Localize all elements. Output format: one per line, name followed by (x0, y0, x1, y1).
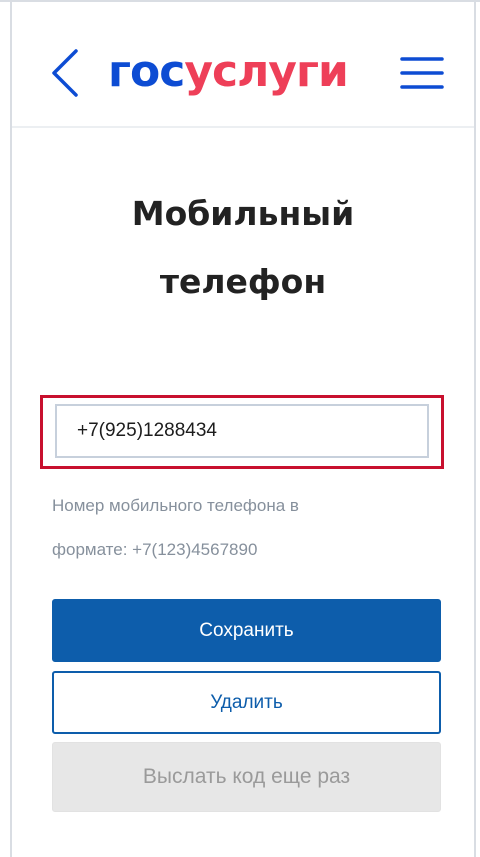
page-title: Мобильный телефон (12, 180, 474, 316)
frame-right-border (474, 0, 476, 857)
phone-input-focus-frame (40, 395, 444, 469)
resend-code-button[interactable]: Выслать код еще раз (52, 742, 441, 812)
phone-number-input[interactable] (55, 404, 429, 458)
logo-part-uslugi: услуги (184, 46, 348, 97)
phone-format-hint: Номер мобильного телефона в формате: +7(… (52, 484, 452, 572)
gosuslugi-logo[interactable]: госуслуги (108, 44, 349, 100)
page-title-line-1: Мобильный (131, 194, 355, 233)
app-header: госуслуги (12, 2, 474, 128)
hint-line-1: Номер мобильного телефона в (52, 496, 299, 515)
phone-settings-screen: госуслуги Мобильный телефон Номер мобиль… (0, 0, 480, 857)
menu-button[interactable] (400, 54, 444, 92)
hamburger-menu-icon (400, 57, 444, 89)
hint-line-2: формате: +7(123)4567890 (52, 540, 258, 559)
logo-part-gos: гос (108, 46, 185, 97)
chevron-left-icon (52, 49, 78, 97)
save-button[interactable]: Сохранить (52, 599, 441, 662)
back-button[interactable] (48, 48, 82, 98)
frame-left-border (10, 0, 12, 857)
delete-button[interactable]: Удалить (52, 671, 441, 734)
page-title-line-2: телефон (159, 262, 327, 301)
